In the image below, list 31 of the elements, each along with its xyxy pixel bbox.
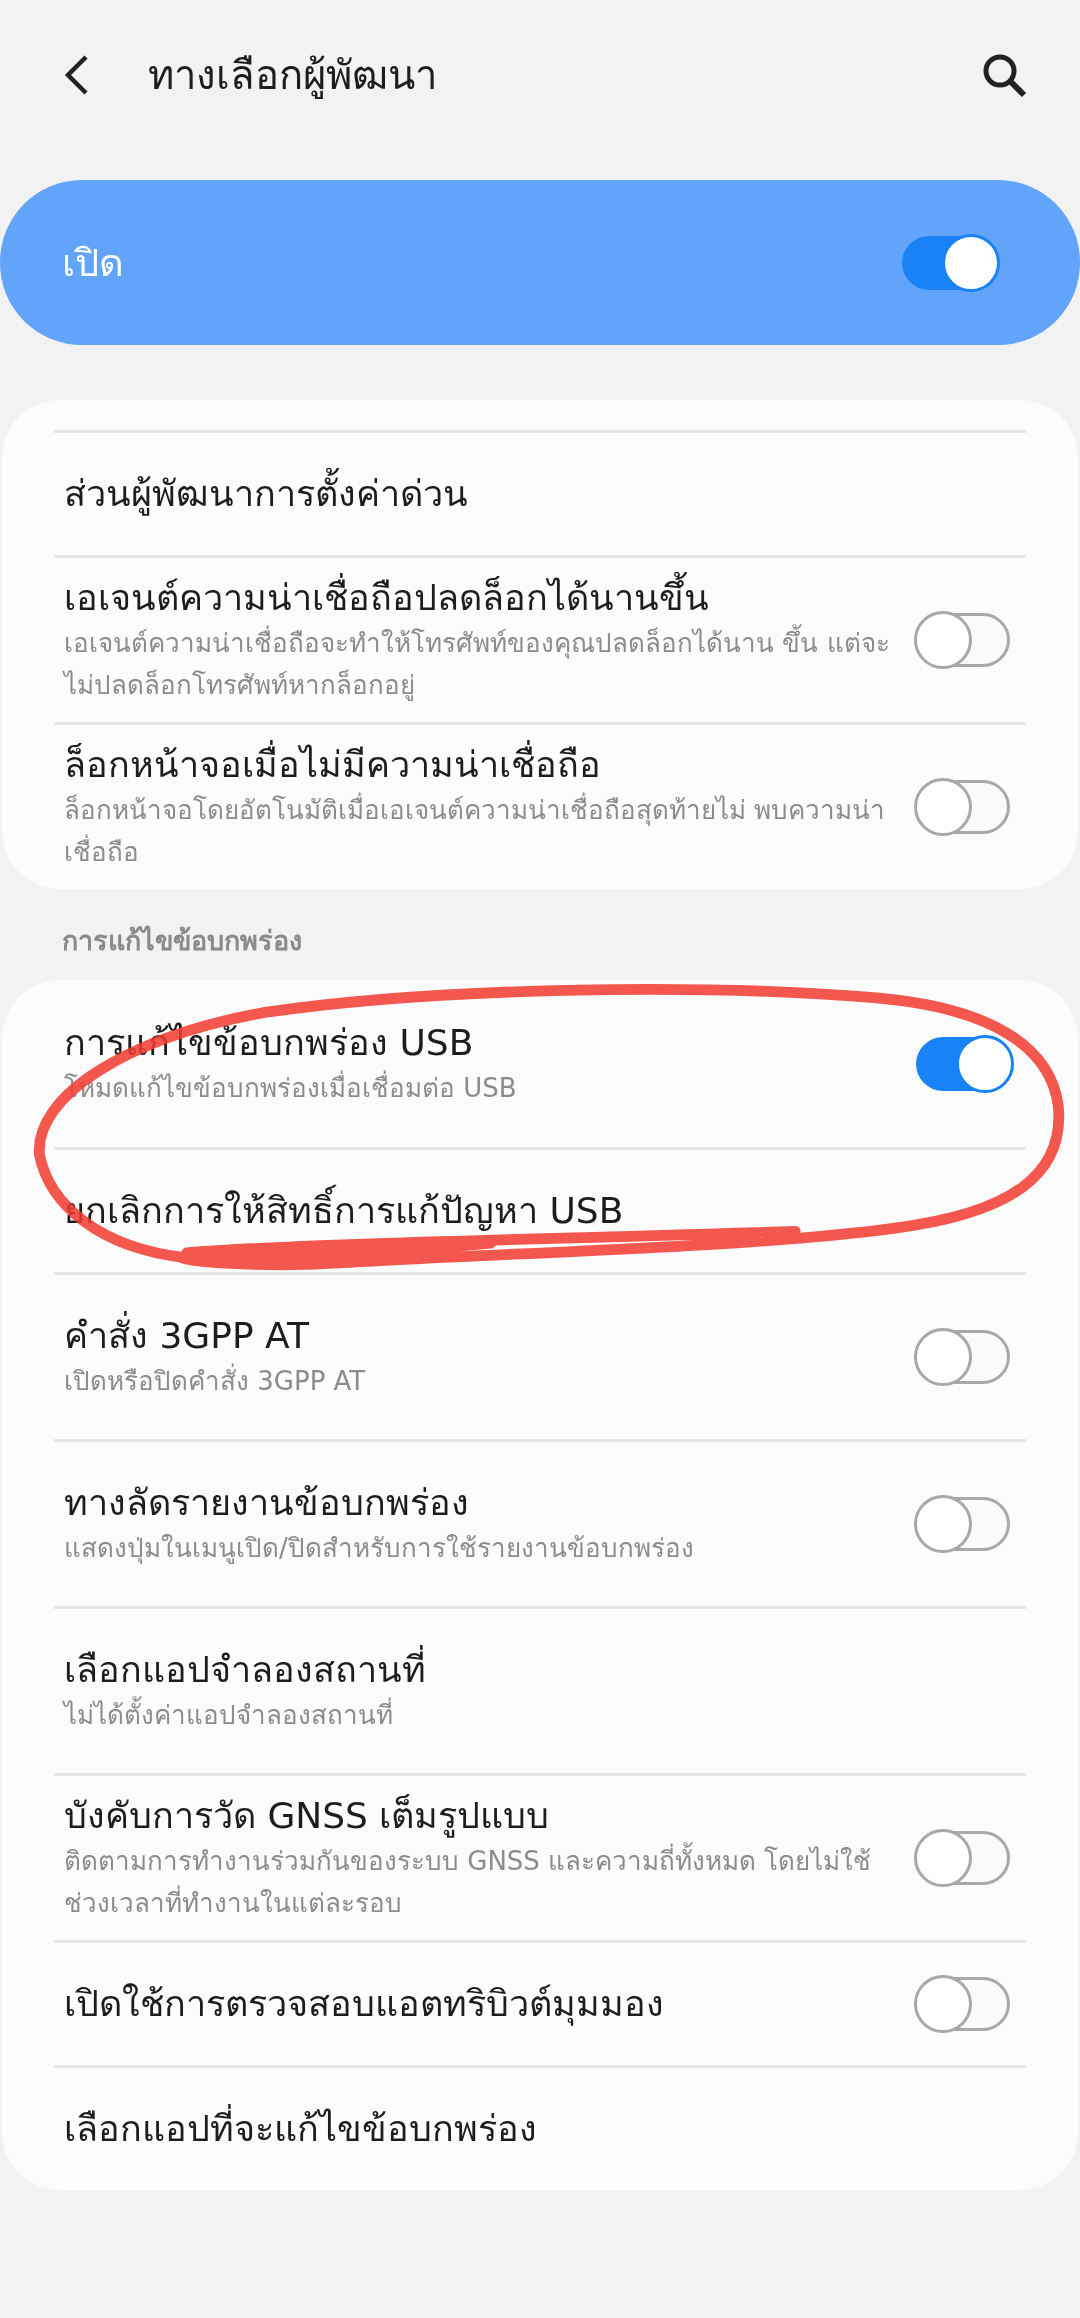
setting-description: แสดงปุ่มในเมนูเปิด/ปิดสำหรับการใช้รายงานข้อบกพร่อง: [64, 1532, 694, 1566]
setting-description: ติดตามการทำงานร่วมกันของระบบ GNSS และความถี่ทั้งหมด โดยไม่ใช้ช่วงเวลาที่ทำงานในแต่ละรอบ: [64, 1840, 894, 1924]
setting-title: ล็อกหน้าจอเมื่อไม่มีความน่าเชื่อถือ: [64, 741, 894, 789]
settings-row[interactable]: เอเจนต์ความน่าเชื่อถือปลดล็อกได้นานขึ้น เอเจนต์ความน่าเชื่อถือจะทำให้โทรศัพท์ของคุณปลดล็อกได้นาน ขึ้น แต่จะไม่ปลดล็อกโทรศัพท์หากล็อกอยู่: [54, 555, 1026, 722]
setting-description: ล็อกหน้าจอโดยอัตโนมัติเมื่อเอเจนต์ความน่าเชื่อถือสุดท้ายไม่ พบความน่าเชื่อถือ: [64, 789, 894, 873]
settings-row[interactable]: คำสั่ง 3GPP AT เปิดหรือปิดคำสั่ง 3GPP AT: [54, 1272, 1026, 1439]
section-heading: การแก้ไขข้อบกพร่อง: [61, 924, 303, 958]
setting-description: เปิดหรือปิดคำสั่ง 3GPP AT: [64, 1360, 366, 1402]
toggle-switch[interactable]: [916, 1497, 1010, 1551]
settings-row[interactable]: เปิดใช้การตรวจสอบแอตทริบิวต์มุมมอง: [54, 1940, 1026, 2065]
settings-row[interactable]: บังคับการวัด GNSS เต็มรูปแบบ ติดตามการทำงานร่วมกันของระบบ GNSS และความถี่ทั้งหมด โดยไม่ใช้ช่วงเวลาที่ทำงานในแต่ละรอบ: [54, 1773, 1026, 1940]
setting-title: เปิดใช้การตรวจสอบแอตทริบิวต์มุมมอง: [64, 1982, 664, 2028]
setting-description: เอเจนต์ความน่าเชื่อถือจะทำให้โทรศัพท์ของคุณปลดล็อกได้นาน ขึ้น แต่จะไม่ปลดล็อกโทรศัพท์หากล็อกอยู่: [64, 622, 894, 706]
setting-description: ไม่ได้ตั้งค่าแอปจำลองสถานที่: [64, 1694, 426, 1736]
setting-title: บังคับการวัด GNSS เต็มรูปแบบ: [64, 1793, 551, 1840]
master-label: เปิด: [62, 240, 124, 287]
toggle-switch[interactable]: [916, 1330, 1010, 1384]
settings-row[interactable]: เลือกแอปที่จะแก้ไขข้อบกพร่อง: [54, 2065, 1026, 2190]
setting-title: เลือกแอปที่จะแก้ไขข้อบกพร่อง: [64, 2105, 537, 2153]
setting-title: เลือกแอปจำลองสถานที่: [64, 1646, 426, 1694]
settings-row[interactable]: ส่วนผู้พัฒนาการตั้งค่าด่วน: [54, 430, 1026, 555]
toggle-switch[interactable]: [916, 613, 1010, 667]
settings-row[interactable]: ล็อกหน้าจอเมื่อไม่มีความน่าเชื่อถือ ล็อกหน้าจอโดยอัตโนมัติเมื่อเอเจนต์ความน่าเชื่อถือสุดท้ายไม่ พบความน่าเชื่อถือ: [54, 722, 1026, 889]
settings-row[interactable]: ทางลัดรายงานข้อบกพร่อง แสดงปุ่มในเมนูเปิด/ปิดสำหรับการใช้รายงานข้อบกพร่อง: [54, 1439, 1026, 1606]
setting-title: ทางลัดรายงานข้อบกพร่อง: [64, 1481, 470, 1525]
settings-row[interactable]: เลือกแอปจำลองสถานที่ ไม่ได้ตั้งค่าแอปจำลองสถานที่: [54, 1606, 1026, 1773]
toggle-switch[interactable]: [916, 1831, 1010, 1885]
page-title: ทางเลือกผู้พัฒนา: [148, 51, 438, 101]
toggle-switch[interactable]: [916, 780, 1010, 834]
toggle-switch[interactable]: [916, 1977, 1010, 2031]
setting-title: คำสั่ง 3GPP AT: [64, 1312, 366, 1360]
